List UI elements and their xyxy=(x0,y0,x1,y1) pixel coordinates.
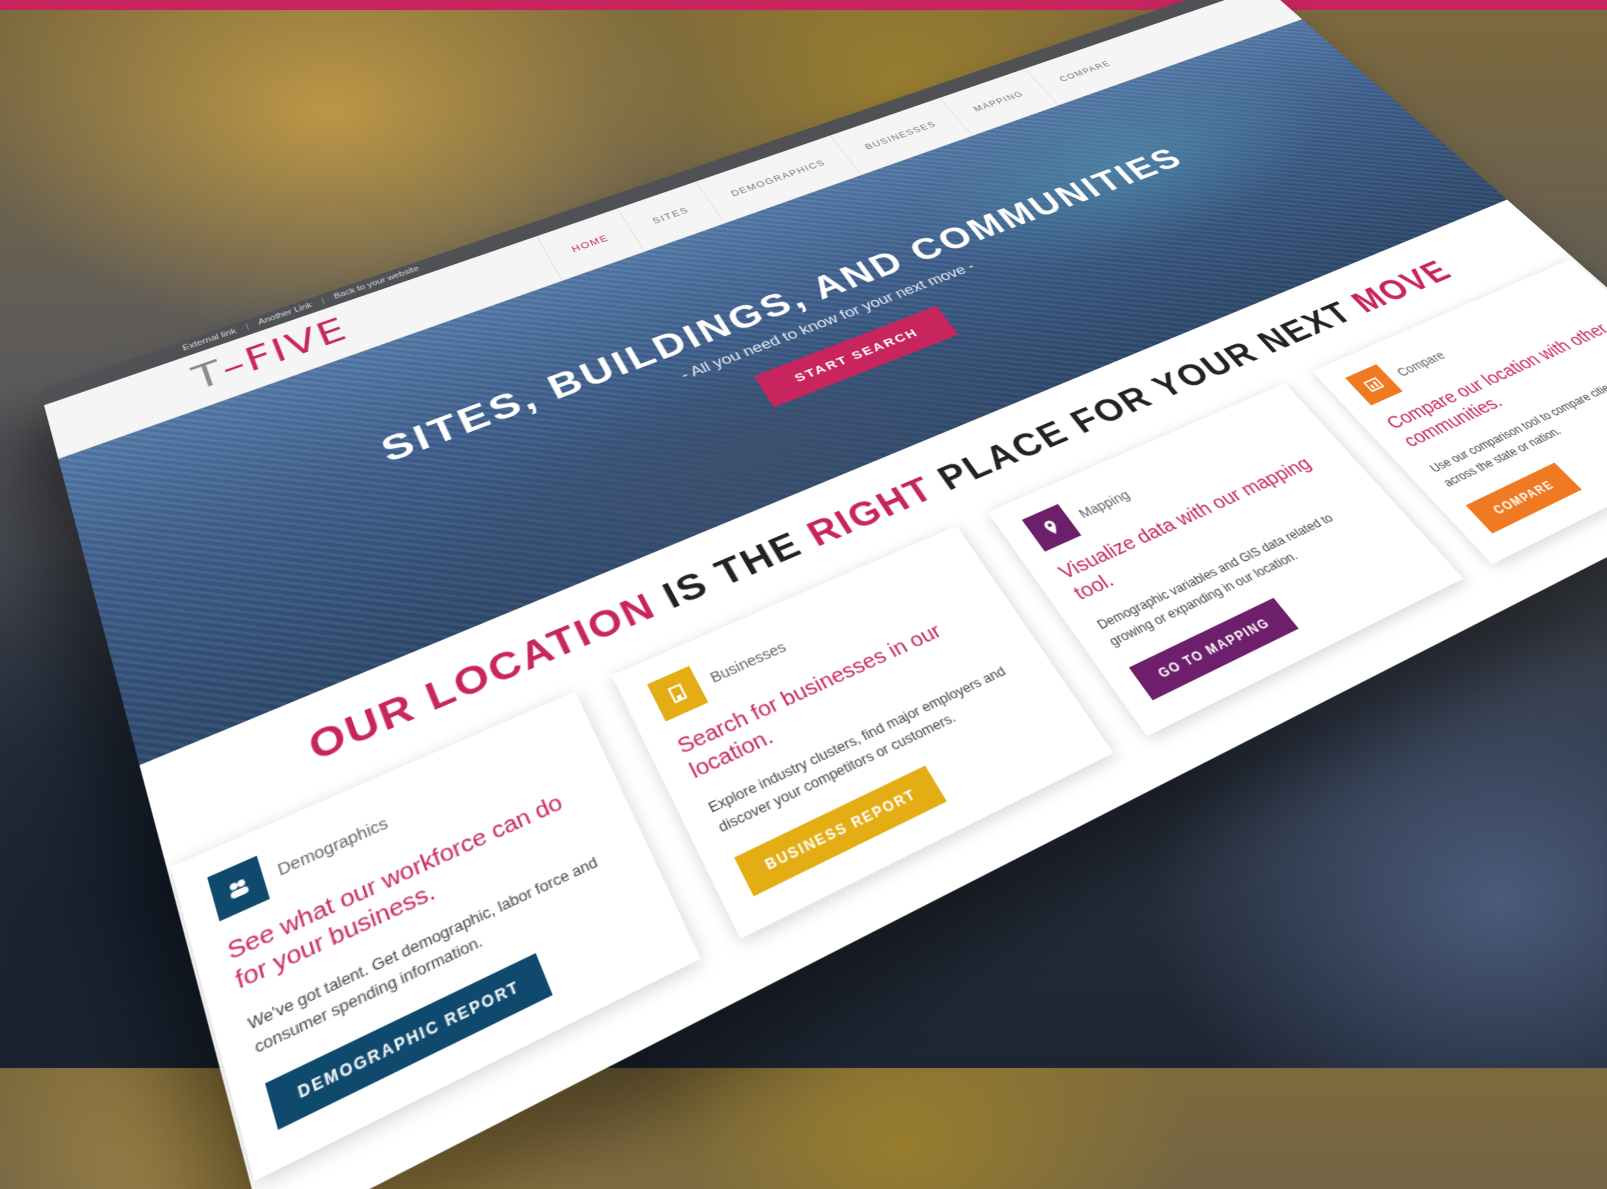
heading-part-move: MOVE xyxy=(1344,255,1461,320)
card-label: Businesses xyxy=(707,638,789,686)
map-pin-icon xyxy=(1021,503,1082,552)
compare-icon xyxy=(1345,364,1403,406)
building-icon xyxy=(647,665,709,722)
utility-separator: | xyxy=(244,323,251,331)
utility-separator: | xyxy=(320,297,326,306)
card-label: Compare xyxy=(1393,348,1449,379)
card-label: Mapping xyxy=(1075,487,1133,522)
website-page: External link | Another Link | Back to y… xyxy=(40,0,1607,1189)
card-label: Demographics xyxy=(275,813,391,880)
mockup-stage: External link | Another Link | Back to y… xyxy=(0,0,1607,1189)
people-icon xyxy=(207,855,270,922)
